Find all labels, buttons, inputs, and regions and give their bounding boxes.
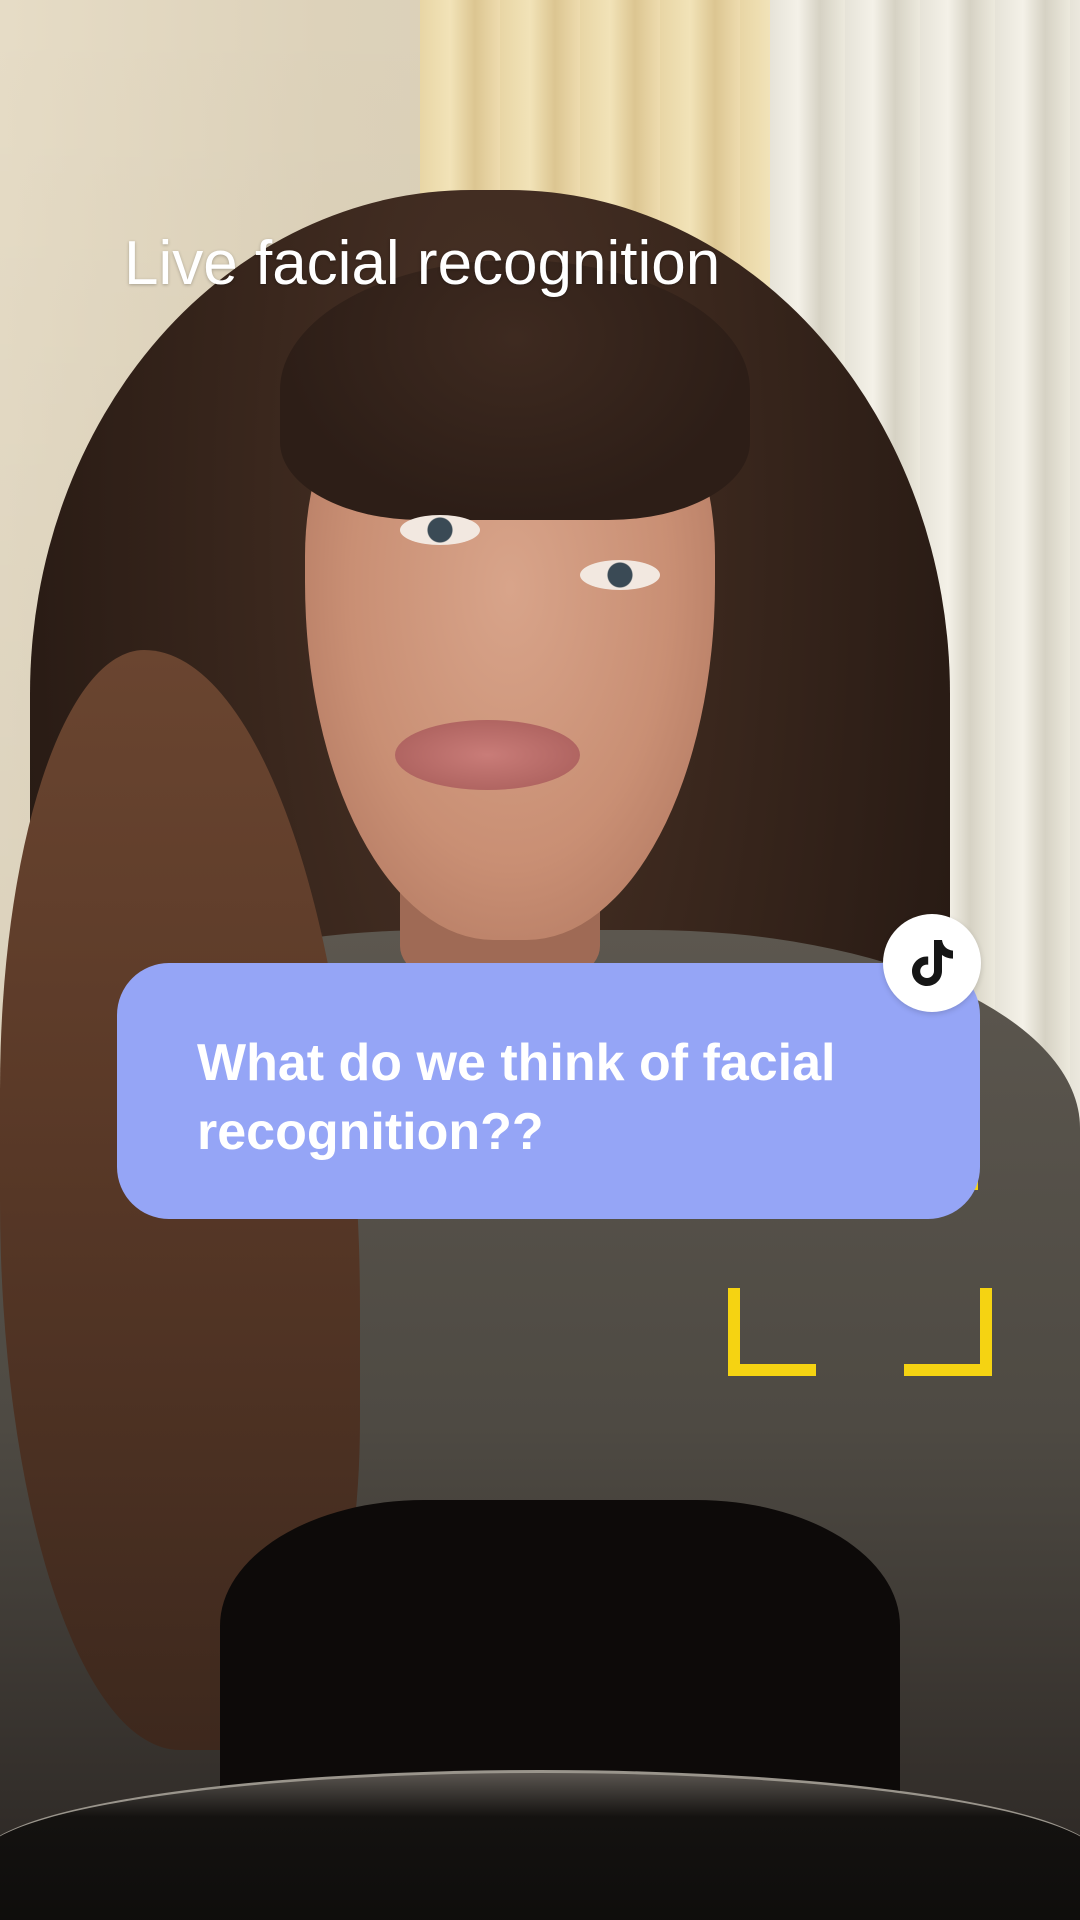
tiktok-logo-icon: [912, 940, 953, 986]
person-eye-left: [400, 515, 480, 545]
focus-bracket-bottom-left: [728, 1288, 816, 1376]
person-bangs: [280, 260, 750, 520]
tiktok-logo-badge: [883, 914, 981, 1012]
person-eye-right: [580, 560, 660, 590]
reply-comment-bubble[interactable]: What do we think of facial recognition??: [117, 963, 980, 1219]
overlay-title: Live facial recognition: [124, 229, 721, 298]
focus-bracket-bottom-right: [904, 1288, 992, 1376]
foreground-table-edge: [0, 1770, 1080, 1920]
person-lips: [395, 720, 580, 790]
reply-comment-text: What do we think of facial recognition??: [197, 1034, 836, 1161]
